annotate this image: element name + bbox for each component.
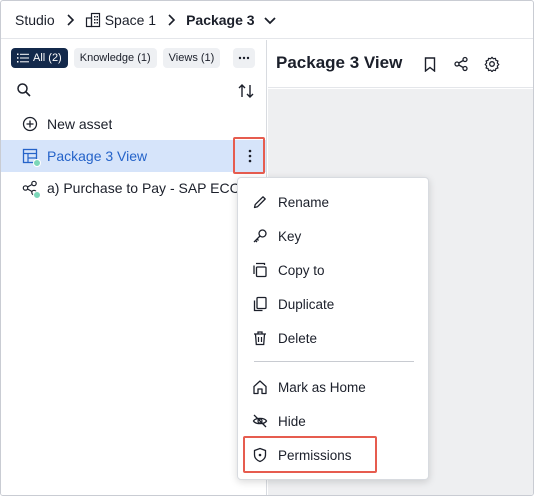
breadcrumb-package[interactable]: Package 3 [186, 12, 285, 28]
filter-views[interactable]: Views (1) [162, 48, 221, 68]
filter-all-label: All (2) [33, 52, 62, 64]
app-window: Studio Space 1 Package 3 All (2) Knowled… [0, 0, 534, 496]
breadcrumb-space[interactable]: Space 1 [85, 12, 156, 28]
asset-panel: All (2) Knowledge (1) Views (1) New asse… [1, 40, 267, 495]
asset-item-purchase-to-pay[interactable]: a) Purchase to Pay - SAP ECC ... [1, 172, 266, 204]
menu-item-label: Hide [278, 413, 306, 429]
sort-icon[interactable] [237, 82, 255, 100]
filter-chips: All (2) Knowledge (1) Views (1) [11, 48, 221, 68]
more-filters-button[interactable] [233, 48, 255, 68]
menu-item-rename[interactable]: Rename [238, 187, 430, 217]
gear-icon[interactable] [483, 55, 501, 73]
trash-icon [252, 330, 268, 346]
breadcrumb-studio[interactable]: Studio [15, 12, 55, 28]
chevron-down-icon [259, 12, 281, 28]
menu-item-hide[interactable]: Hide [238, 406, 430, 436]
menu-item-label: Mark as Home [278, 379, 366, 395]
key-icon [252, 228, 268, 244]
menu-item-copy-to[interactable]: Copy to [238, 255, 430, 285]
chevron-right-icon [160, 12, 182, 28]
breadcrumb: Studio Space 1 Package 3 [1, 1, 533, 39]
menu-item-label: Copy to [278, 262, 325, 278]
menu-item-label: Duplicate [278, 296, 335, 312]
new-asset-label: New asset [47, 116, 113, 132]
page-title: Package 3 View [276, 53, 403, 72]
menu-item-mark-as-home[interactable]: Mark as Home [238, 372, 430, 402]
filter-knowledge[interactable]: Knowledge (1) [73, 48, 157, 68]
asset-item-label: a) Purchase to Pay - SAP ECC ... [47, 180, 256, 196]
pencil-icon [252, 194, 268, 210]
duplicate-icon [252, 296, 268, 312]
bookmark-icon[interactable] [421, 55, 439, 73]
menu-item-delete[interactable]: Delete [238, 323, 430, 353]
menu-item-duplicate[interactable]: Duplicate [238, 289, 430, 319]
menu-divider [254, 361, 414, 362]
menu-item-label: Rename [278, 194, 330, 210]
highlight-annotation [233, 137, 265, 174]
filter-all[interactable]: All (2) [11, 48, 68, 68]
menu-item-label: Key [278, 228, 302, 244]
ellipsis-icon [238, 56, 250, 60]
search-row [1, 78, 266, 104]
knowledge-model-icon [21, 179, 41, 199]
context-menu: Rename Key Copy to Duplicate Delete Mark… [237, 177, 429, 480]
chevron-right-icon [59, 12, 81, 28]
status-dot [33, 191, 41, 199]
home-icon [252, 379, 268, 395]
menu-item-label: Delete [278, 330, 318, 346]
share-icon[interactable] [452, 55, 470, 73]
list-icon [17, 53, 29, 63]
eye-off-icon [252, 413, 268, 429]
search-icon[interactable] [16, 82, 32, 98]
view-table-icon [21, 147, 41, 167]
plus-circle-icon [21, 115, 39, 133]
copy-to-icon [252, 262, 268, 278]
breadcrumb-package-label: Package 3 [186, 11, 255, 28]
asset-item-package-3-view[interactable]: Package 3 View [1, 140, 266, 172]
status-dot [33, 159, 41, 167]
highlight-annotation [243, 436, 377, 473]
breadcrumb-space-label: Space 1 [104, 11, 157, 28]
view-header: Package 3 View [268, 40, 533, 88]
building-icon [85, 12, 101, 28]
new-asset-button[interactable]: New asset [1, 108, 266, 140]
menu-item-key[interactable]: Key [238, 221, 430, 251]
asset-item-label: Package 3 View [47, 148, 148, 164]
